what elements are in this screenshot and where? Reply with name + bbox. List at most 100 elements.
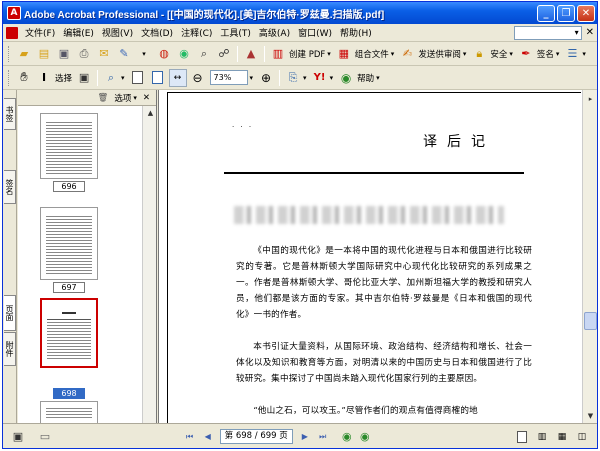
sign-button[interactable]: 签名 xyxy=(537,48,554,60)
fit-page-icon[interactable] xyxy=(149,69,167,87)
menu-document[interactable]: 文档(D) xyxy=(137,26,177,39)
create-pdf-icon[interactable]: ▥ xyxy=(269,45,287,63)
menu-advanced[interactable]: 高级(A) xyxy=(255,26,294,39)
help-icon[interactable]: ◉ xyxy=(337,69,355,87)
print-icon[interactable]: ⎙ xyxy=(75,45,93,63)
create-pdf-dropdown-icon[interactable]: ▾ xyxy=(327,50,331,58)
toolbar-grip[interactable] xyxy=(8,45,11,62)
web-icon[interactable]: ◍ xyxy=(155,45,173,63)
yahoo-dropdown-icon[interactable]: ▾ xyxy=(330,74,334,82)
monitor-icon[interactable]: ▣ xyxy=(9,428,27,446)
page-thumbnail-698[interactable] xyxy=(40,298,98,368)
send-review-button[interactable]: 发送供审阅 xyxy=(418,48,461,60)
binoculars-icon[interactable]: ☍ xyxy=(215,45,233,63)
menu-help[interactable]: 帮助(H) xyxy=(336,26,376,39)
close-button[interactable]: ✕ xyxy=(577,4,595,22)
document-view[interactable]: · · · 译后记 《中国的现代化》是一本将中国的现代化进程与日本和俄国进行比较… xyxy=(158,90,582,423)
page-thumbnail-697[interactable] xyxy=(40,207,98,280)
help-button[interactable]: 帮助 xyxy=(357,72,374,84)
rotate-dropdown-icon[interactable]: ▾ xyxy=(303,74,307,82)
send-review-dropdown-icon[interactable]: ▾ xyxy=(463,50,467,58)
stamp-icon[interactable]: ▲ xyxy=(242,45,260,63)
chevron-down-icon[interactable]: ▾ xyxy=(133,94,137,102)
attach-icon[interactable]: ✎ xyxy=(115,45,133,63)
previous-view-button[interactable]: ◉ xyxy=(340,430,354,444)
toolbar-grip[interactable] xyxy=(8,69,11,86)
title-bar[interactable]: A Adobe Acrobat Professional - [[中国的现代化]… xyxy=(3,2,597,24)
page-thumbnail-699[interactable] xyxy=(40,401,98,423)
scroll-thumb[interactable] xyxy=(584,312,597,330)
help-dropdown-icon[interactable]: ▾ xyxy=(376,74,380,82)
close-panel-icon[interactable]: ✕ xyxy=(143,93,150,103)
continuous-icon[interactable]: ▥ xyxy=(533,428,551,446)
organize-icon[interactable]: ◉ xyxy=(175,45,193,63)
fit-width-icon[interactable]: ↔ xyxy=(168,68,187,87)
zoom-tool-icon[interactable]: ⌕ xyxy=(102,69,120,87)
rotate-view-icon[interactable]: ⎘ xyxy=(284,69,302,87)
trash-icon[interactable]: 🗑︎ xyxy=(98,93,109,103)
last-page-button[interactable]: ⏭ xyxy=(316,430,330,444)
minimize-button[interactable]: _ xyxy=(537,4,555,22)
zoom-tool-dropdown-icon[interactable]: ▾ xyxy=(121,74,125,82)
select-tool-button[interactable]: 选择 xyxy=(55,72,72,84)
combine-files-icon[interactable]: ▦ xyxy=(335,45,353,63)
document-scrollbar[interactable]: ▸ ▼ xyxy=(582,90,597,423)
hand-tool-icon[interactable]: ✋︎ xyxy=(15,69,33,87)
email-icon[interactable]: ✉ xyxy=(95,45,113,63)
next-view-button[interactable]: ◉ xyxy=(358,430,372,444)
create-pdf-button[interactable]: 创建 PDF xyxy=(289,48,325,60)
thumbnail-label-697[interactable]: 697 xyxy=(53,282,85,293)
secure-dropdown-icon[interactable]: ▾ xyxy=(509,50,513,58)
options-menu[interactable]: 选项 xyxy=(114,92,131,104)
menu-file[interactable]: 文件(F) xyxy=(21,26,59,39)
zoom-out-icon[interactable]: ⊖ xyxy=(189,69,207,87)
document-menu-icon[interactable] xyxy=(6,26,18,39)
document-close-icon[interactable]: ✕ xyxy=(586,27,594,38)
acrobat-app-icon[interactable]: A xyxy=(7,6,21,20)
open-file-icon[interactable]: ▤ xyxy=(35,45,53,63)
tab-signatures[interactable]: 签名 xyxy=(4,170,16,204)
panel-scrollbar[interactable]: ▲ xyxy=(142,106,156,423)
previous-page-button[interactable]: ◀ xyxy=(201,430,215,444)
thumbnail-label-696[interactable]: 696 xyxy=(53,181,85,192)
facing-icon[interactable]: ◫ xyxy=(573,428,591,446)
forms-dropdown-icon[interactable]: ▾ xyxy=(582,50,586,58)
thumbnail-list[interactable]: 696 697 698 xyxy=(18,106,142,423)
first-page-button[interactable]: ⏮ xyxy=(183,430,197,444)
snapshot-icon[interactable]: ▣ xyxy=(75,69,93,87)
tab-attachments[interactable]: 附件 xyxy=(4,332,16,366)
zoom-level-dropdown-icon[interactable]: ▾ xyxy=(250,74,254,82)
sign-dropdown-icon[interactable]: ▾ xyxy=(556,50,560,58)
menu-tools[interactable]: 工具(T) xyxy=(216,26,255,39)
tab-pages[interactable]: 页面 xyxy=(4,295,16,331)
send-review-icon[interactable]: ✍ xyxy=(398,45,416,63)
actual-size-icon[interactable] xyxy=(129,69,147,87)
dropdown-icon[interactable]: ▾ xyxy=(135,45,153,63)
next-page-button[interactable]: ▶ xyxy=(298,430,312,444)
pen-icon[interactable]: ✒ xyxy=(517,45,535,63)
chevron-down-icon[interactable]: ▾ xyxy=(575,28,579,37)
save-icon[interactable]: ▣ xyxy=(55,45,73,63)
combine-dropdown-icon[interactable]: ▾ xyxy=(391,50,395,58)
open-folder-icon[interactable]: ▰ xyxy=(15,45,33,63)
menu-comments[interactable]: 注释(C) xyxy=(177,26,216,39)
zoom-in-icon[interactable]: ⊕ xyxy=(257,69,275,87)
combine-files-button[interactable]: 组合文件 xyxy=(355,48,389,60)
page-setup-icon[interactable]: ▭ xyxy=(36,428,54,446)
page-number-field[interactable]: 第 698 / 699 页 xyxy=(219,429,293,444)
restore-button[interactable]: ❐ xyxy=(557,4,575,22)
search-icon[interactable]: ⌕ xyxy=(195,45,213,63)
scroll-up-icon[interactable]: ▲ xyxy=(143,106,158,120)
single-page-icon[interactable] xyxy=(513,428,531,446)
thumbnail-label-698[interactable]: 698 xyxy=(53,388,85,399)
help-search-box[interactable]: ▾ xyxy=(513,25,582,40)
secure-button[interactable]: 安全 xyxy=(490,48,507,60)
lock-icon[interactable]: 🔒︎ xyxy=(470,45,488,63)
scroll-down-icon[interactable]: ▼ xyxy=(583,409,597,423)
zoom-level-input[interactable]: 73% xyxy=(209,70,248,85)
forms-icon[interactable]: ☰ xyxy=(563,45,581,63)
split-view-icon[interactable]: ▸ xyxy=(583,92,597,106)
menu-edit[interactable]: 编辑(E) xyxy=(59,26,98,39)
menu-window[interactable]: 窗口(W) xyxy=(294,26,336,39)
continuous-facing-icon[interactable]: ▦ xyxy=(553,428,571,446)
